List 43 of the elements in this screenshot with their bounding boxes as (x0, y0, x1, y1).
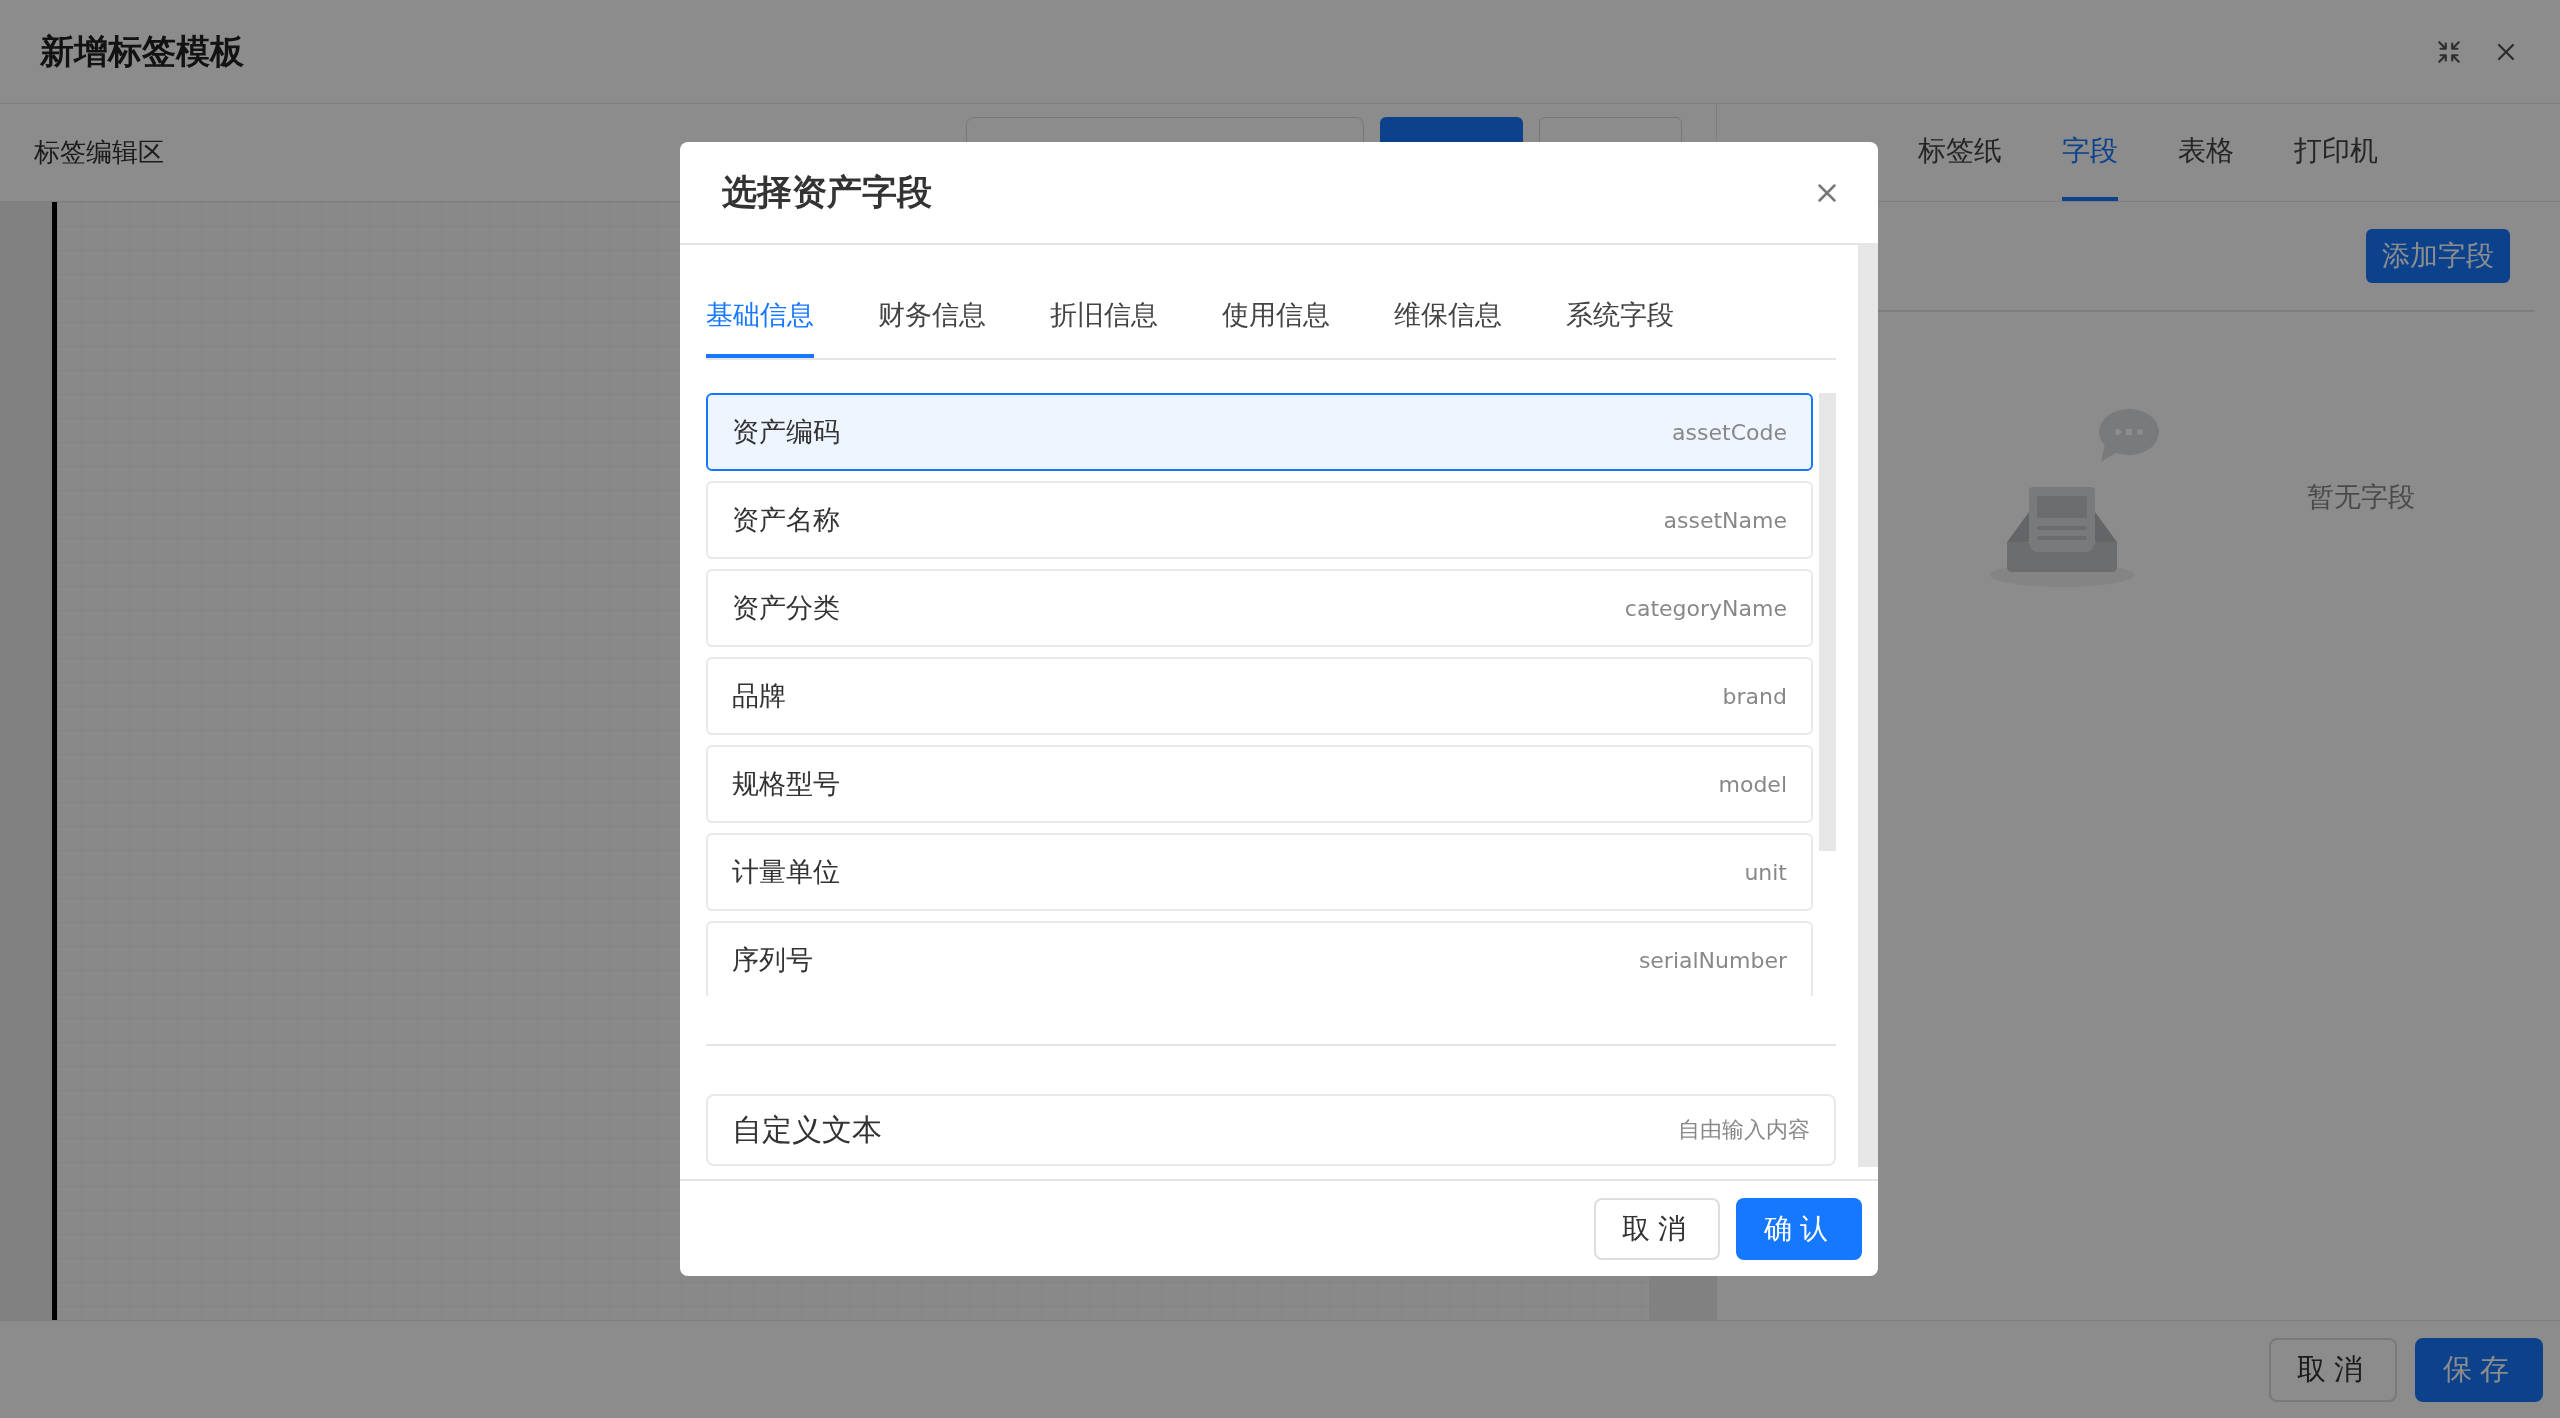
field-option[interactable]: 品牌 brand (706, 657, 1813, 735)
field-key: assetCode (1672, 419, 1787, 445)
primary-button[interactable]: 确认 (1736, 1197, 1862, 1260)
field-key: model (1718, 771, 1787, 797)
field-option[interactable]: 规格型号 model (706, 745, 1813, 823)
field-key: unit (1744, 859, 1787, 885)
category-tab[interactable]: 系统字段 (1566, 275, 1674, 358)
panel-tab[interactable]: 打印机 (2294, 104, 2378, 201)
category-tab[interactable]: 基础信息 (706, 275, 814, 358)
field-label: 规格型号 (732, 767, 840, 801)
scrollbar[interactable] (1858, 245, 1878, 1167)
editor-title: 标签编辑区 (34, 136, 164, 169)
category-tab[interactable]: 财务信息 (878, 275, 986, 358)
field-label: 序列号 (732, 943, 813, 977)
field-label: 计量单位 (732, 855, 840, 889)
scrollbar[interactable] (1819, 393, 1836, 851)
custom-text-option[interactable]: 自定义文本 自由输入内容 (706, 1094, 1836, 1166)
dialog-title: 选择资产字段 (722, 171, 932, 214)
custom-text-hint: 自由输入内容 (1678, 1116, 1810, 1144)
field-option[interactable]: 资产编码 assetCode (706, 393, 1813, 471)
category-tab[interactable]: 维保信息 (1394, 275, 1502, 358)
field-key: serialNumber (1638, 947, 1787, 973)
panel-tab[interactable]: 表格 (2178, 104, 2234, 201)
field-label: 资产编码 (732, 415, 840, 449)
field-option[interactable]: 计量单位 unit (706, 833, 1813, 911)
collapse-icon[interactable] (2436, 38, 2462, 65)
field-key: categoryName (1624, 595, 1787, 621)
field-option[interactable]: 序列号 serialNumber (706, 921, 1813, 996)
category-tab[interactable]: 使用信息 (1222, 275, 1330, 358)
custom-text-label: 自定义文本 (732, 1110, 882, 1149)
field-label: 资产名称 (732, 503, 840, 537)
field-label: 品牌 (732, 679, 786, 713)
panel-tab[interactable]: 标签纸 (1918, 104, 2002, 201)
empty-message: 暂无字段 (2307, 480, 2415, 514)
window-title: 新增标签模板 (40, 29, 244, 73)
field-option[interactable]: 资产分类 categoryName (706, 569, 1813, 647)
field-key: brand (1722, 683, 1787, 709)
cancel-button[interactable]: 取消 (1594, 1197, 1720, 1260)
field-option[interactable]: 资产名称 assetName (706, 481, 1813, 559)
category-tab[interactable]: 折旧信息 (1050, 275, 1158, 358)
field-label: 资产分类 (732, 591, 840, 625)
cancel-button[interactable]: 取消 (2269, 1337, 2397, 1402)
field-key: assetName (1663, 507, 1787, 533)
